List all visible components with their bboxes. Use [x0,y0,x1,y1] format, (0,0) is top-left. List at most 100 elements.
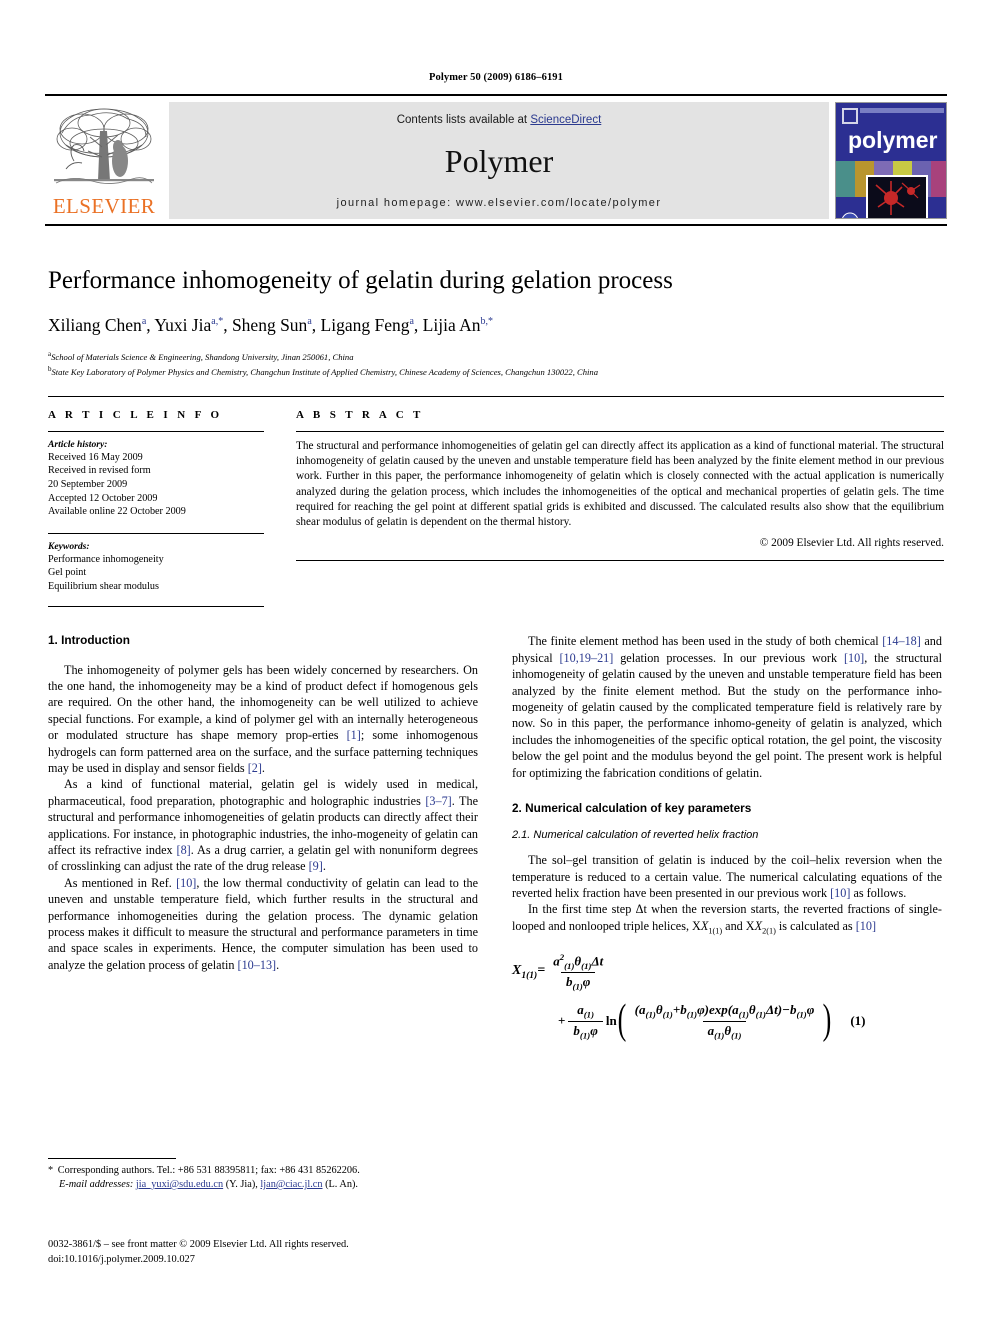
journal-homepage-line[interactable]: journal homepage: www.elsevier.com/locat… [337,197,662,209]
history-line: Available online 22 October 2009 [48,506,186,518]
article-info-column: A R T I C L E I N F O Article history: R… [48,409,284,608]
keyword-item: Equilibrium shear modulus [48,580,159,592]
right-p1-part-c: gelation processes. In our previous work [613,650,844,665]
cover-art: polymer 42 ScienceDirect [836,103,946,218]
section-heading-numerical: 2. Numerical calculation of key paramete… [512,801,752,816]
corresponding-star: * [48,1165,54,1176]
equation-plus-sign: + [558,1013,566,1029]
keywords-rule [48,532,264,534]
journal-cover-thumbnail: polymer 42 ScienceDirect [835,102,947,219]
email-link-jia[interactable]: jia_yuxi@sdu.edu.cn [136,1179,223,1190]
right-p1-part-a: The finite element method has been used … [528,634,883,649]
keyword-item: Gel point [48,567,87,579]
journal-masthead: ELSEVIER Contents lists available at Sci… [45,94,947,226]
keyword-item: Performance inhomogeneity [48,553,164,565]
intro-p3-part-a: As mentioned in Ref. [64,875,177,890]
contents-available-line: Contents lists available at ScienceDirec… [397,114,602,126]
author-2-marks: a,* [211,315,224,327]
right-p1-part-d: , the structural inhomogeneity of gelati… [512,650,942,780]
equation-inner-fraction: (a(1)θ(1)+b(1)φ)exp(a(1)θ(1)Δt)−b(1)φ a(… [630,1002,820,1040]
article-history-title: Article history: [48,438,108,450]
body-columns: 1. Introduction The inhomogeneity of pol… [48,633,944,1044]
author-4-marks: a [409,315,414,327]
history-line: Received 16 May 2009 [48,451,143,463]
keywords-title: Keywords: [48,540,90,552]
affiliation-a-text: School of Materials Science & Engineerin… [51,352,354,363]
citation-ref[interactable]: [10,19–21] [560,651,614,665]
page-title: Performance inhomogeneity of gelatin dur… [48,267,673,294]
fraction-denominator: a(1)θ(1) [702,1020,747,1040]
affiliation-a: aSchool of Materials Science & Engineeri… [48,349,944,363]
footnotes-block: * Corresponding authors. Tel.: +86 531 8… [48,1158,478,1192]
keywords-block: Keywords: Performance inhomogeneity Gel … [48,532,264,608]
citation-ref[interactable]: [3–7] [425,794,451,808]
intro-paragraph-2: As a kind of functional material, gelati… [48,776,478,874]
equation-number: (1) [850,1013,866,1029]
affiliation-b-text: State Key Laboratory of Polymer Physics … [51,366,599,377]
abstract-heading: A B S T R A C T [296,408,424,421]
subsection-heading-2-1: 2.1. Numerical calculation of reverted h… [512,829,759,842]
email-label: E-mail addresses: [59,1178,134,1190]
author-1-marks: a [141,315,147,327]
citation-ref[interactable]: [14–18] [882,634,921,648]
equation-line-2: + a(1) b(1)φ ln ( (a(1)θ(1)+b(1)φ)exp(a(… [512,997,942,1044]
fraction-denominator: b(1)φ [568,1020,603,1040]
corresponding-text: Corresponding authors. Tel.: +86 531 883… [57,1165,360,1176]
intro-p2-part-d: . [322,859,326,874]
footnote-rule [48,1158,176,1159]
author-3: Sheng Suna [231,314,312,335]
contents-prefix: Contents lists available at [396,114,531,126]
abstract-column: A B S T R A C T The structural and perfo… [284,409,944,608]
history-line: Accepted 12 October 2009 [48,492,158,504]
fraction-denominator: b(1)φ [561,972,596,992]
author-4: Ligang Fenga [320,314,414,335]
right-p3-part-b: and X [722,918,755,933]
intro-p2-part-a: As a kind of functional material, gelati… [48,777,478,808]
running-head: Polymer 50 (2009) 6186–6191 [428,72,564,83]
right-paragraph-3: In the first time step Δt when the rever… [512,902,942,936]
right-p2-part-b: as follows. [850,886,907,900]
info-abstract-area: A R T I C L E I N F O Article history: R… [48,397,944,608]
citation-ref[interactable]: [10] [830,886,850,900]
abstract-rule [296,430,944,432]
symbol-subscript: 2(1) [762,926,776,936]
citation-ref[interactable]: [2] [248,761,262,775]
elsevier-wordmark: ELSEVIER [52,194,156,218]
citation-ref[interactable]: [10] [844,651,864,665]
article-info-heading: A R T I C L E I N F O [48,408,223,421]
corresponding-author-note: * Corresponding authors. Tel.: +86 531 8… [48,1164,478,1178]
doi-line: doi:10.1016/j.polymer.2009.10.027 [48,1253,195,1265]
equation-1: X1(1)= a2(1)θ(1)Δt b(1)φ + a(1) b(1)φ ln… [512,952,942,1044]
author-5-marks: b,* [480,315,494,327]
email1-owner: (Y. Jia), [225,1178,258,1190]
natural-log-operator: ln [605,1013,617,1029]
citation-ref[interactable]: [9] [309,859,323,873]
history-line: Received in revised form [48,465,151,477]
citation-ref[interactable]: [10] [176,876,196,890]
author-3-marks: a [307,315,312,327]
citation-ref[interactable]: [10] [856,919,876,933]
abstract-bottom-rule [296,559,944,561]
email-link-an[interactable]: ljan@ciac.jl.cn [260,1179,322,1190]
intro-p3-part-c: . [276,957,280,972]
left-paren: ( [617,997,627,1044]
author-2: Yuxi Jiaa,* [154,314,224,335]
svg-text:polymer: polymer [848,127,938,153]
fraction-numerator: (a(1)θ(1)+b(1)φ)exp(a(1)θ(1)Δt)−b(1)φ [634,1001,815,1020]
citation-ref[interactable]: [10–13] [238,958,277,972]
intro-paragraph-1: The inhomogeneity of polymer gels has be… [48,662,478,777]
author-list: Xiliang Chena, Yuxi Jiaa,*, Sheng Suna, … [48,314,494,335]
right-p3-part-c: is calculated as [775,918,856,933]
sciencedirect-link[interactable]: ScienceDirect [530,114,601,126]
right-column: The finite element method has been used … [512,633,942,1044]
author-1: Xiliang Chena [48,314,147,335]
left-column: 1. Introduction The inhomogeneity of pol… [48,633,478,1040]
affiliation-b: bState Key Laboratory of Polymer Physics… [48,364,944,378]
intro-paragraph-3: As mentioned in Ref. [10], the low therm… [48,875,478,973]
equation-fraction-1: a2(1)θ(1)Δt b(1)φ [548,952,608,992]
citation-ref[interactable]: [1] [347,728,361,742]
history-line: 20 September 2009 [48,479,128,490]
citation-ref[interactable]: [8] [177,843,191,857]
email-note: E-mail addresses: jia_yuxi@sdu.edu.cn (Y… [48,1178,478,1192]
